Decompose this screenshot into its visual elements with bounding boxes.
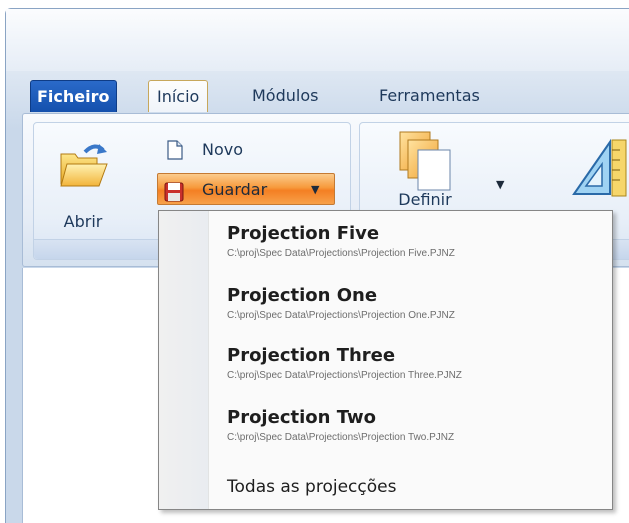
stacked-pages-icon	[398, 130, 454, 196]
tab-home[interactable]: Início	[148, 80, 209, 112]
open-button-label: Abrir	[63, 212, 103, 231]
ribbon-tab-row: Ficheiro Início Módulos Ferramentas	[30, 80, 629, 114]
tab-tools[interactable]: Ferramentas	[379, 80, 480, 112]
new-document-icon	[166, 140, 184, 167]
recent-item-path: C:\proj\Spec Data\Projections\Projection…	[227, 370, 462, 381]
define-button-label: Definir	[398, 190, 452, 209]
recent-item-title: Projection Five	[227, 223, 380, 244]
recent-item[interactable]: Projection Five C:\proj\Spec Data\Projec…	[227, 223, 607, 261]
title-bar	[6, 9, 629, 71]
recent-item[interactable]: Projection Three C:\proj\Spec Data\Proje…	[227, 345, 607, 383]
floppy-disk-icon	[164, 181, 184, 213]
tab-file[interactable]: Ficheiro	[30, 80, 117, 112]
recent-item[interactable]: Projection Two C:\proj\Spec Data\Project…	[227, 407, 607, 445]
new-button[interactable]: Novo	[162, 138, 272, 162]
save-button[interactable]: Guardar ▼	[157, 173, 335, 205]
folder-open-icon	[59, 140, 109, 194]
recent-item[interactable]: Projection One C:\proj\Spec Data\Project…	[227, 285, 607, 323]
chevron-down-icon[interactable]: ▼	[496, 178, 504, 191]
chevron-down-icon[interactable]: ▼	[311, 174, 319, 206]
tab-modules[interactable]: Módulos	[252, 80, 318, 112]
new-button-label: Novo	[202, 140, 244, 159]
recent-item-path: C:\proj\Spec Data\Projections\Projection…	[227, 310, 455, 321]
recent-item-path: C:\proj\Spec Data\Projections\Projection…	[227, 248, 455, 259]
all-projections-item[interactable]: Todas as projecções	[227, 477, 396, 497]
recent-item-title: Projection One	[227, 285, 378, 306]
set-square-ruler-icon	[570, 138, 629, 202]
recent-item-title: Projection Two	[227, 407, 377, 428]
recent-item-path: C:\proj\Spec Data\Projections\Projection…	[227, 432, 455, 443]
tool-button[interactable]	[570, 134, 629, 214]
recent-projections-menu: Projection Five C:\proj\Spec Data\Projec…	[158, 210, 613, 510]
open-button[interactable]: Abrir	[48, 140, 118, 244]
recent-item-title: Projection Three	[227, 345, 396, 366]
menu-icon-gutter	[159, 211, 209, 509]
save-button-label: Guardar	[202, 180, 268, 199]
